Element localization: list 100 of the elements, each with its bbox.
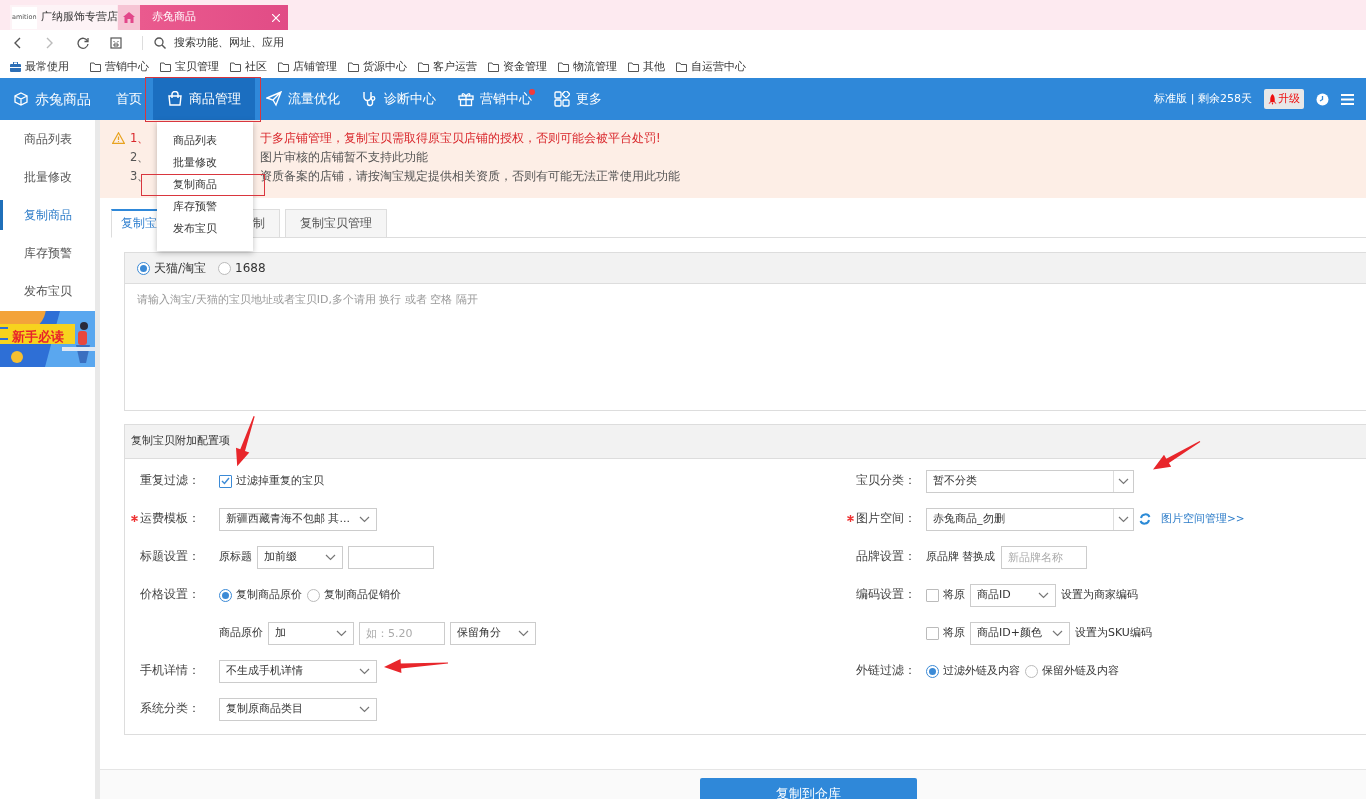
chevron-icon: [359, 667, 370, 675]
stethoscope-icon: [362, 91, 378, 107]
home-button[interactable]: [118, 5, 140, 30]
copy-button[interactable]: 复制到仓库: [700, 778, 917, 799]
radio-label: 天猫/淘宝: [154, 260, 207, 277]
radio-button[interactable]: [137, 261, 150, 275]
field-label: 编码设置：: [856, 586, 916, 604]
checkbox-label: 过滤掉重复的宝贝: [236, 472, 324, 489]
nav-item[interactable]: 诊断中心: [351, 78, 447, 120]
nav-item[interactable]: 流量优化: [255, 78, 351, 120]
annotation-arrow: [384, 658, 449, 673]
chevron-icon: [336, 629, 347, 637]
dropdown-select[interactable]: 保留角分: [450, 621, 536, 645]
back-icon[interactable]: [13, 37, 21, 49]
bookmark-link[interactable]: 货源中心: [363, 58, 407, 76]
bookmark-link[interactable]: 宝贝管理: [175, 58, 219, 76]
text-field[interactable]: 如：5.20: [359, 621, 445, 645]
close-icon[interactable]: [272, 13, 280, 22]
annotation-arrow: [235, 415, 255, 467]
gift-icon: [458, 91, 474, 107]
folder-icon: [488, 62, 499, 72]
folder-icon: [348, 62, 359, 72]
item-url-field[interactable]: 请输入淘宝/天猫的宝贝地址或者宝贝ID,多个请用 换行 或者 空格 隔开: [124, 284, 1366, 411]
grid-icon: [554, 91, 570, 107]
radio-label: 过滤外链及内容: [943, 662, 1020, 679]
bookmark-link[interactable]: 物流管理: [573, 58, 617, 76]
field-text: 设置为SKU编码: [1074, 624, 1152, 641]
bookmark-link[interactable]: 最常使用: [25, 58, 69, 76]
field-label: 重复过滤：: [140, 472, 200, 490]
tab-title: 赤兔商品: [152, 9, 196, 26]
nav-item[interactable]: 更多: [543, 78, 613, 120]
text-field[interactable]: 新品牌名称: [1000, 545, 1087, 569]
notice-text: 3、: [130, 168, 150, 183]
radio-button[interactable]: [219, 588, 232, 602]
cube-icon: [14, 92, 28, 106]
chevron-icon: [1038, 591, 1049, 599]
dropdown-select[interactable]: 复制原商品类目: [219, 697, 377, 721]
reload-icon[interactable]: [77, 37, 89, 49]
annotation-arrow: [1153, 441, 1201, 471]
radio-button[interactable]: [926, 664, 939, 678]
banner-title: 新手必读: [12, 328, 64, 346]
folder-icon: [278, 62, 289, 72]
upgrade-button[interactable]: 升级: [1264, 88, 1304, 110]
page-tab[interactable]: 复制宝贝管理: [285, 209, 387, 238]
menu-icon[interactable]: [1341, 93, 1354, 105]
folder-icon: [628, 62, 639, 72]
dropdown-select[interactable]: 商品ID: [970, 583, 1056, 607]
radio-button[interactable]: [1025, 664, 1038, 678]
dropdown-select[interactable]: 新疆西藏青海不包邮 其...: [219, 507, 377, 531]
text-field[interactable]: [348, 545, 434, 569]
folder-icon: [230, 62, 241, 72]
dropdown-select[interactable]: 赤兔商品_勿删: [926, 507, 1134, 531]
checkbox[interactable]: [926, 626, 939, 640]
field-label: 外链过滤：: [856, 662, 916, 680]
dropdown-select[interactable]: 加: [268, 621, 354, 645]
bookmark-link[interactable]: 营销中心: [105, 58, 149, 76]
rocket-icon: [1268, 93, 1277, 105]
field-label: 价格设置：: [140, 586, 200, 604]
bookmark-link[interactable]: 客户运营: [433, 58, 477, 76]
nav-label: 诊断中心: [384, 90, 436, 109]
nav-item[interactable]: 营销中心: [447, 78, 543, 120]
bookmark-link[interactable]: 其他: [643, 58, 665, 76]
chevron-icon: [325, 553, 336, 561]
folder-icon: [558, 62, 569, 72]
screenshot-icon[interactable]: [110, 37, 122, 49]
folder-icon: [160, 62, 171, 72]
nav-item[interactable]: 首页: [105, 78, 153, 120]
notice-text: 于多店铺管理，复制宝贝需取得原宝贝店铺的授权，否则可能会被平台处罚!: [260, 129, 661, 147]
checkbox[interactable]: [926, 588, 939, 602]
dropdown-select[interactable]: 商品ID+颜色: [970, 621, 1070, 645]
notice-text: 2、: [130, 149, 150, 164]
dropdown-select[interactable]: 暂不分类: [926, 469, 1134, 493]
chevron-icon: [518, 629, 529, 637]
forward-icon[interactable]: [46, 37, 54, 49]
field-label: 品牌设置：: [856, 548, 916, 566]
radio-button[interactable]: [218, 261, 232, 275]
checkbox-label: 将原: [943, 586, 965, 603]
dropdown-select[interactable]: 加前缀: [257, 545, 343, 569]
checkbox[interactable]: [219, 474, 232, 488]
bookmark-link[interactable]: 店铺管理: [293, 58, 337, 76]
bookmark-link[interactable]: 自运营中心: [691, 58, 746, 76]
warning-icon: [112, 132, 125, 145]
bookmark-link[interactable]: 资金管理: [503, 58, 547, 76]
clock-icon[interactable]: [1316, 92, 1329, 106]
field-label: 标题设置：: [140, 548, 200, 566]
section-header: 复制宝贝附加配置项: [125, 425, 1366, 459]
menu-item[interactable]: 商品列表: [157, 130, 253, 152]
nav-item[interactable]: 商品管理: [153, 78, 255, 120]
bookmark-link[interactable]: 社区: [245, 58, 267, 76]
folder-icon: [90, 62, 101, 72]
chevron-icon: [1118, 477, 1129, 485]
field-label: 宝贝分类：: [856, 472, 916, 490]
menu-item[interactable]: 批量修改: [157, 152, 253, 174]
dropdown-select[interactable]: 不生成手机详情: [219, 659, 377, 683]
image-space-link[interactable]: 图片空间管理>>: [1161, 511, 1245, 527]
radio-button[interactable]: [307, 588, 320, 602]
radio-label: 复制商品促销价: [324, 586, 401, 603]
nav-label: 更多: [576, 90, 602, 109]
refresh-icon[interactable]: [1139, 513, 1151, 525]
address-field[interactable]: 搜索功能、网址、应用: [174, 34, 474, 52]
